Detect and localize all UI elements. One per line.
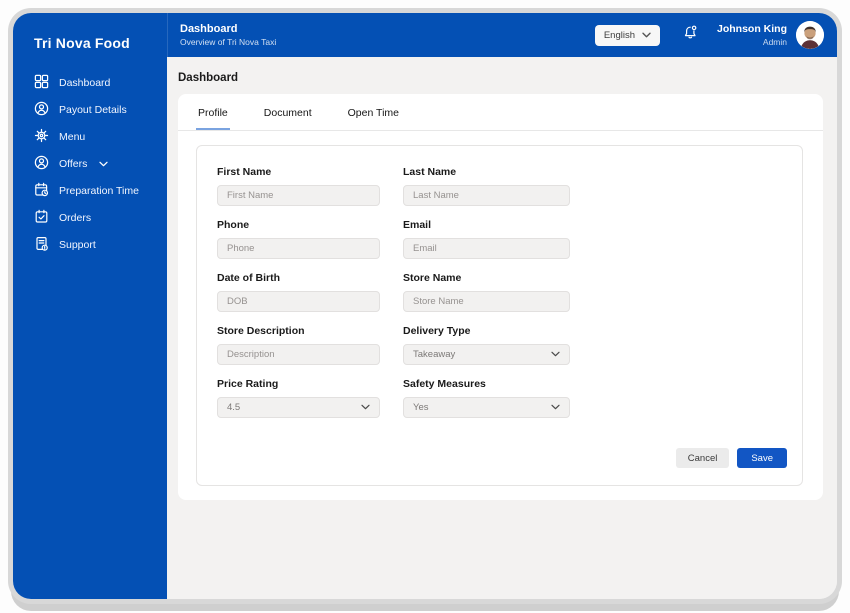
bell-icon [682,24,699,46]
field-store-description: Store Description [217,325,380,365]
language-selector[interactable]: English [594,24,660,46]
dashboard-grid-icon [34,74,49,92]
field-date-of-birth: Date of Birth [217,272,380,312]
sidebar-item-preparation-time[interactable]: Preparation Time [13,177,167,204]
field-label: Date of Birth [217,272,280,284]
first-name-input[interactable] [217,185,380,206]
field-label: Store Name [403,272,462,284]
tab-bar: Profile Document Open Time [178,94,823,131]
chevron-down-icon [642,30,651,41]
sidebar-item-label: Payout Details [59,103,127,116]
user-circle-icon [34,155,49,173]
select-value: Takeaway [413,349,456,360]
field-label: Price Rating [217,378,279,390]
header-title: Dashboard [180,23,238,35]
calendar-check-icon [34,209,49,227]
field-delivery-type: Delivery Type Takeaway [403,325,570,365]
field-first-name: First Name [217,166,380,206]
user-role: Admin [762,37,787,47]
top-header: Dashboard Overview of Tri Nova Taxi Engl… [167,13,837,57]
phone-input[interactable] [217,238,380,259]
field-label: Safety Measures [403,378,486,390]
field-label: Store Description [217,325,305,337]
safety-measures-select[interactable]: Yes [403,397,570,418]
app-window: Tri Nova Food Dashboard Payout Details M… [13,13,837,599]
field-store-name: Store Name [403,272,570,312]
sidebar-item-menu[interactable]: Menu [13,123,167,150]
content-panel: Profile Document Open Time First Name La… [178,94,823,500]
field-label: Last Name [403,166,457,178]
field-email: Email [403,219,570,259]
save-button[interactable]: Save [737,448,787,468]
sidebar: Tri Nova Food Dashboard Payout Details M… [13,13,167,599]
sidebar-item-support[interactable]: Support [13,231,167,258]
field-label: Delivery Type [403,325,471,337]
header-subtitle: Overview of Tri Nova Taxi [180,37,277,47]
sidebar-item-label: Preparation Time [59,184,139,197]
dob-input[interactable] [217,291,380,312]
tab-profile[interactable]: Profile [196,94,230,130]
delivery-type-select[interactable]: Takeaway [403,344,570,365]
sidebar-nav: Dashboard Payout Details Menu Offers Pre… [13,69,167,258]
chevron-down-icon [551,349,560,360]
brand-title: Tri Nova Food [34,35,130,51]
page-title: Dashboard [178,72,239,84]
device-frame: Tri Nova Food Dashboard Payout Details M… [0,0,850,613]
user-name: Johnson King [717,23,787,35]
email-input[interactable] [403,238,570,259]
tab-open-time[interactable]: Open Time [346,94,401,130]
sidebar-item-label: Orders [59,211,92,224]
cancel-button[interactable]: Cancel [675,448,730,468]
field-price-rating: Price Rating 4.5 [217,378,380,418]
sidebar-item-payout-details[interactable]: Payout Details [13,96,167,123]
gear-icon [34,128,49,146]
calendar-clock-icon [34,182,49,200]
tab-document[interactable]: Document [262,94,314,130]
sidebar-item-label: Offers [59,157,88,170]
avatar[interactable] [796,21,824,49]
sidebar-item-offers[interactable]: Offers [13,150,167,177]
price-rating-select[interactable]: 4.5 [217,397,380,418]
chevron-down-icon [551,402,560,413]
sidebar-item-label: Menu [59,130,86,143]
last-name-input[interactable] [403,185,570,206]
sidebar-item-label: Support [59,238,96,251]
main-content: Dashboard Profile Document Open Time Fir… [167,57,837,599]
store-name-input[interactable] [403,291,570,312]
select-value: Yes [413,402,429,413]
sidebar-item-label: Dashboard [59,76,111,89]
select-value: 4.5 [227,402,241,413]
profile-form: First Name Last Name Phone [217,166,787,431]
field-label: Email [403,219,432,231]
user-circle-icon [34,101,49,119]
field-safety-measures: Safety Measures Yes [403,378,570,418]
field-label: Phone [217,219,250,231]
sidebar-item-orders[interactable]: Orders [13,204,167,231]
field-phone: Phone [217,219,380,259]
field-last-name: Last Name [403,166,570,206]
chevron-down-icon [361,402,370,413]
store-description-input[interactable] [217,344,380,365]
document-badge-icon [34,236,49,254]
language-label: English [603,29,635,41]
notifications-button[interactable] [682,24,699,46]
profile-form-card: First Name Last Name Phone [196,145,803,486]
chevron-down-icon [99,158,109,170]
sidebar-item-dashboard[interactable]: Dashboard [13,69,167,96]
field-label: First Name [217,166,272,178]
user-info: Johnson King Admin [717,23,787,47]
form-actions: Cancel Save [217,448,787,468]
